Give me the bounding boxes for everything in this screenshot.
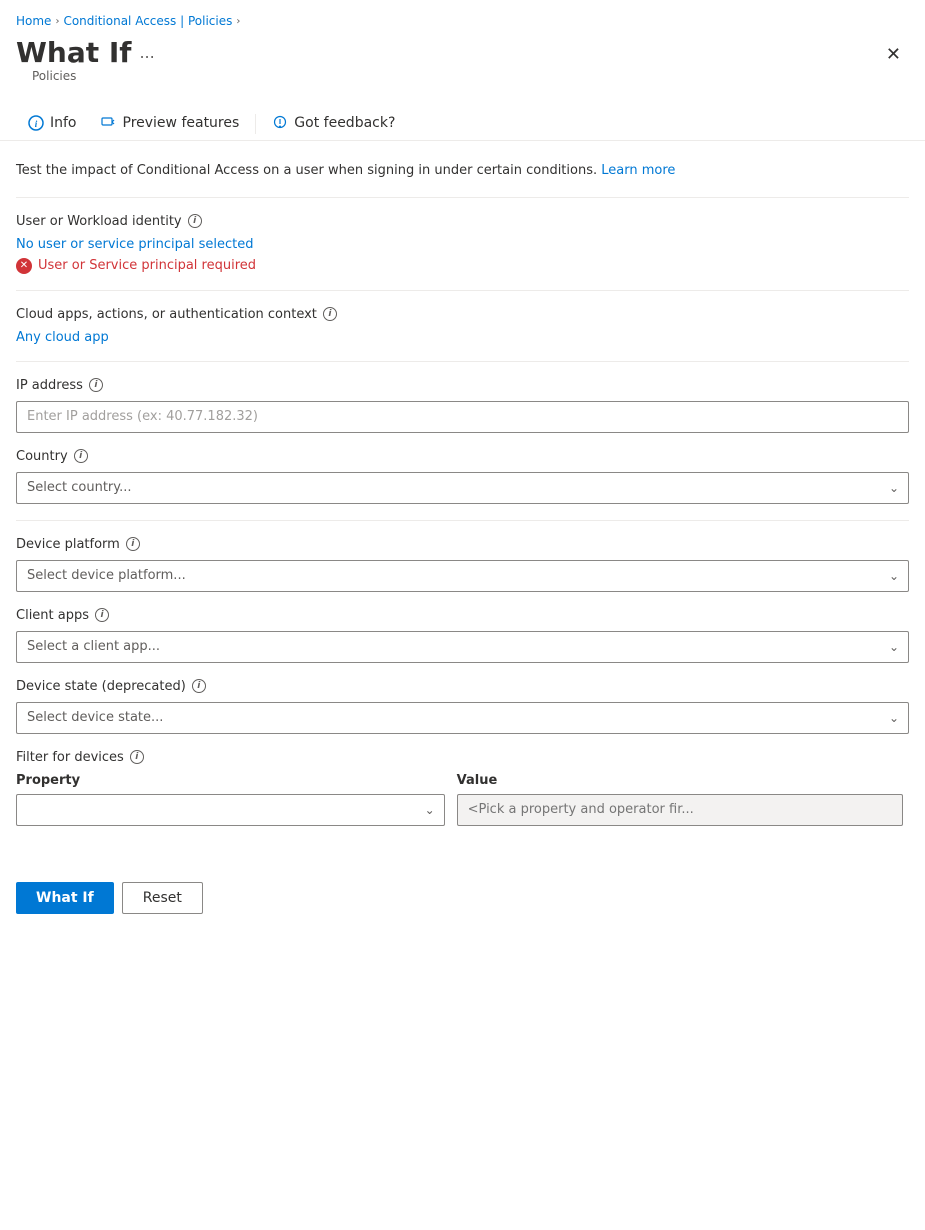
filter-property-header: Property xyxy=(16,773,445,788)
cloud-apps-label-text: Cloud apps, actions, or authentication c… xyxy=(16,307,317,322)
what-if-button[interactable]: What If xyxy=(16,882,114,914)
user-identity-link[interactable]: No user or service principal selected xyxy=(16,237,909,252)
page-subtitle: Policies xyxy=(16,69,155,95)
more-options-icon[interactable]: ... xyxy=(139,43,154,62)
page-title: What If ... xyxy=(16,36,155,69)
filter-row: ⌄ xyxy=(16,794,909,826)
device-state-section: Device state (deprecated) i Select devic… xyxy=(16,679,909,734)
filter-table-header: Property Value xyxy=(16,773,909,788)
filter-property-select-wrapper: ⌄ xyxy=(16,794,445,826)
user-identity-info-icon[interactable]: i xyxy=(188,214,202,228)
device-platform-section: Device platform i Select device platform… xyxy=(16,537,909,592)
toolbar-divider xyxy=(255,114,256,134)
user-identity-error-row: ✕ User or Service principal required xyxy=(16,258,909,274)
page-title-text: What If xyxy=(16,36,131,69)
description-text: Test the impact of Conditional Access on… xyxy=(16,161,909,181)
cloud-apps-info-icon[interactable]: i xyxy=(323,307,337,321)
breadcrumb-separator-1: › xyxy=(55,16,59,27)
client-apps-info-icon[interactable]: i xyxy=(95,608,109,622)
filter-table: Property Value ⌄ xyxy=(16,773,909,826)
filter-value-header: Value xyxy=(457,773,904,788)
close-button[interactable]: ✕ xyxy=(878,40,909,69)
divider-1 xyxy=(16,197,909,198)
header-row: What If ... Policies ✕ xyxy=(0,36,925,99)
device-platform-label-text: Device platform xyxy=(16,537,120,552)
country-select-wrapper: Select country... ⌄ xyxy=(16,472,909,504)
device-state-select[interactable]: Select device state... xyxy=(16,702,909,734)
breadcrumb: Home › Conditional Access | Policies › xyxy=(0,0,925,36)
page-container: Home › Conditional Access | Policies › W… xyxy=(0,0,925,930)
user-identity-error-text: User or Service principal required xyxy=(38,258,256,273)
svg-text:i: i xyxy=(35,119,38,129)
feedback-label: Got feedback? xyxy=(294,115,395,131)
footer-buttons: What If Reset xyxy=(0,866,925,930)
filter-property-select[interactable] xyxy=(16,794,445,826)
client-apps-label: Client apps i xyxy=(16,608,909,623)
divider-2 xyxy=(16,290,909,291)
info-label: Info xyxy=(50,115,77,131)
filter-devices-label-text: Filter for devices xyxy=(16,750,124,765)
device-state-info-icon[interactable]: i xyxy=(192,679,206,693)
device-platform-select[interactable]: Select device platform... xyxy=(16,560,909,592)
filter-value-input xyxy=(457,794,904,826)
error-icon: ✕ xyxy=(16,258,32,274)
content-area: Test the impact of Conditional Access on… xyxy=(0,141,925,866)
info-button[interactable]: i Info xyxy=(16,107,89,141)
description-body: Test the impact of Conditional Access on… xyxy=(16,163,597,178)
country-label-text: Country xyxy=(16,449,68,464)
divider-3 xyxy=(16,361,909,362)
filter-devices-info-icon[interactable]: i xyxy=(130,750,144,764)
breadcrumb-conditional-access[interactable]: Conditional Access | Policies xyxy=(63,14,232,28)
learn-more-link[interactable]: Learn more xyxy=(601,163,675,178)
preview-features-label: Preview features xyxy=(123,115,240,131)
cloud-apps-section: Cloud apps, actions, or authentication c… xyxy=(16,307,909,345)
filter-devices-label: Filter for devices i xyxy=(16,750,909,765)
device-platform-info-icon[interactable]: i xyxy=(126,537,140,551)
ip-address-section: IP address i xyxy=(16,378,909,433)
toolbar: i Info Preview features xyxy=(0,99,925,141)
title-group: What If ... Policies xyxy=(16,36,155,95)
user-identity-section: User or Workload identity i No user or s… xyxy=(16,214,909,274)
cloud-apps-link[interactable]: Any cloud app xyxy=(16,330,909,345)
breadcrumb-separator-2: › xyxy=(236,16,240,27)
reset-button[interactable]: Reset xyxy=(122,882,203,914)
filter-devices-section: Filter for devices i Property Value ⌄ xyxy=(16,750,909,826)
preview-icon xyxy=(101,115,117,131)
device-platform-select-wrapper: Select device platform... ⌄ xyxy=(16,560,909,592)
divider-4 xyxy=(16,520,909,521)
country-section: Country i Select country... ⌄ xyxy=(16,449,909,504)
country-info-icon[interactable]: i xyxy=(74,449,88,463)
client-apps-section: Client apps i Select a client app... ⌄ xyxy=(16,608,909,663)
client-apps-label-text: Client apps xyxy=(16,608,89,623)
ip-address-label-text: IP address xyxy=(16,378,83,393)
client-apps-select-wrapper: Select a client app... ⌄ xyxy=(16,631,909,663)
info-circle-icon: i xyxy=(28,115,44,131)
breadcrumb-home[interactable]: Home xyxy=(16,14,51,28)
feedback-icon xyxy=(272,115,288,131)
device-platform-label: Device platform i xyxy=(16,537,909,552)
client-apps-select[interactable]: Select a client app... xyxy=(16,631,909,663)
ip-address-label: IP address i xyxy=(16,378,909,393)
user-identity-label: User or Workload identity i xyxy=(16,214,909,229)
user-identity-label-text: User or Workload identity xyxy=(16,214,182,229)
feedback-button[interactable]: Got feedback? xyxy=(260,107,407,141)
device-state-select-wrapper: Select device state... ⌄ xyxy=(16,702,909,734)
cloud-apps-label: Cloud apps, actions, or authentication c… xyxy=(16,307,909,322)
device-state-label: Device state (deprecated) i xyxy=(16,679,909,694)
country-label: Country i xyxy=(16,449,909,464)
device-state-label-text: Device state (deprecated) xyxy=(16,679,186,694)
ip-address-input[interactable] xyxy=(16,401,909,433)
preview-features-button[interactable]: Preview features xyxy=(89,107,252,141)
country-select[interactable]: Select country... xyxy=(16,472,909,504)
ip-address-info-icon[interactable]: i xyxy=(89,378,103,392)
